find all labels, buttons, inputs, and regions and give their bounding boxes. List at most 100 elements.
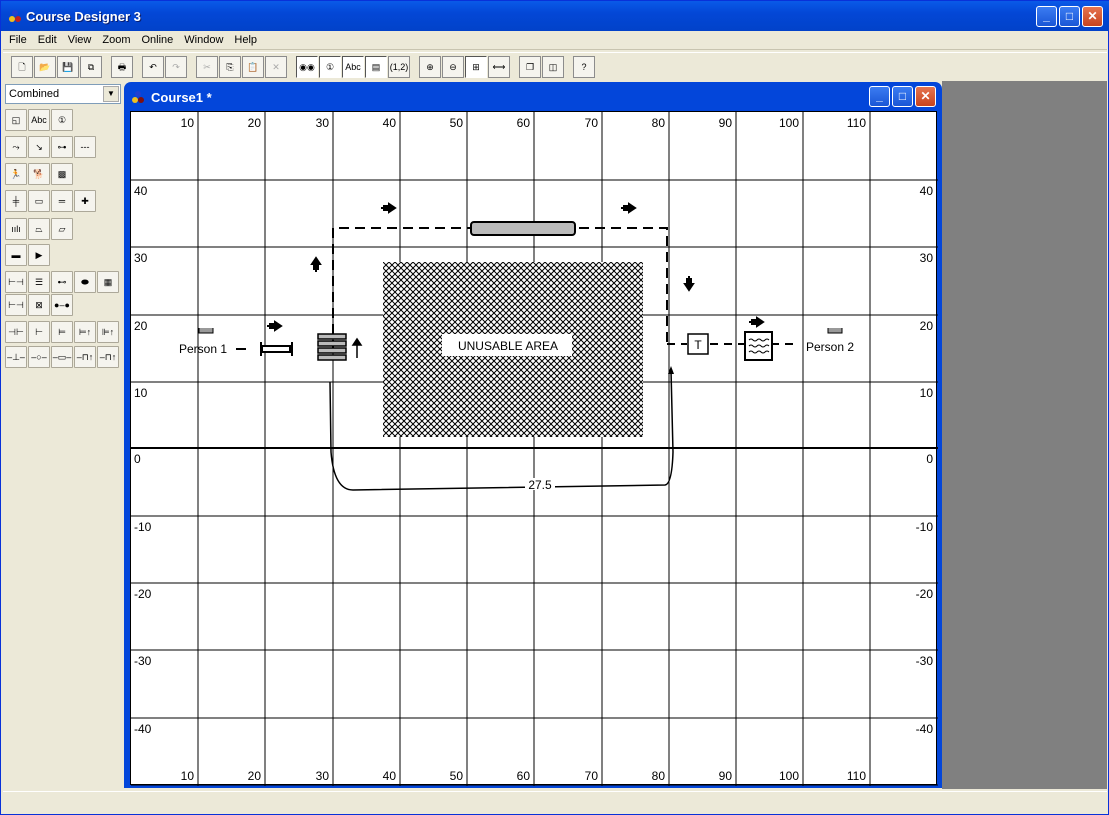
direction-marker-icon [749, 316, 765, 328]
palette-tool-8-0[interactable]: ⊣⊢ [5, 321, 27, 343]
menu-file[interactable]: File [3, 31, 32, 46]
palette-tool-6-4[interactable]: ▦ [97, 271, 119, 293]
cascade-button[interactable]: ❐ [519, 56, 541, 78]
cut-button[interactable]: ✂ [196, 56, 218, 78]
palette-tool-2-2[interactable]: ▩ [51, 163, 73, 185]
palette-tool-1-1[interactable]: ↘ [28, 136, 50, 158]
palette-tool-1-3[interactable]: --- [74, 136, 96, 158]
undo-button[interactable]: ↶ [142, 56, 164, 78]
category-select[interactable]: Combined ▼ [5, 84, 121, 104]
zoom-width-button[interactable]: ⟷ [488, 56, 510, 78]
y-tick-label-left: -30 [134, 654, 152, 668]
open-button[interactable]: 📂 [34, 56, 56, 78]
stairs-obstacle[interactable] [317, 333, 363, 361]
tile-button[interactable]: ◫ [542, 56, 564, 78]
palette-tool-6-2[interactable]: ⊷ [51, 271, 73, 293]
copy-button[interactable]: ⎘ [219, 56, 241, 78]
new-button[interactable]: 🗋 [11, 56, 33, 78]
show-grid-button[interactable]: ▤ [365, 56, 387, 78]
new-icon: 🗋 [18, 62, 26, 72]
broad-jump-obstacle[interactable] [260, 342, 293, 356]
redo-icon: ↷ [172, 62, 180, 72]
palette-tool-7-0[interactable]: ⊢⊣ [5, 294, 27, 316]
person-1-label[interactable]: Person 1 [179, 342, 227, 356]
palette-tool-1-0[interactable]: ⤳ [5, 136, 27, 158]
show-numbers-button[interactable]: ① [319, 56, 341, 78]
palette-tool-8-4[interactable]: ⊫↑ [97, 321, 119, 343]
zoom-fit-button[interactable]: ⊞ [465, 56, 487, 78]
menu-help[interactable]: Help [228, 31, 262, 46]
y-tick-label-right: 0 [926, 452, 933, 466]
tunnel-obstacle[interactable] [470, 221, 576, 236]
show-paths-icon: ◉◉ [299, 62, 315, 72]
palette-tool-2-1[interactable]: 🐕 [28, 163, 50, 185]
menu-view[interactable]: View [62, 31, 97, 46]
doc-close-button[interactable]: ✕ [915, 86, 936, 107]
palette-tool-9-1[interactable]: –○– [28, 346, 50, 368]
x-tick-label-bottom: 60 [517, 769, 531, 783]
water-obstacle[interactable] [744, 331, 773, 361]
chevron-down-icon[interactable]: ▼ [103, 86, 119, 102]
zoom-in-icon: ⊕ [426, 62, 434, 72]
paste-button[interactable]: 📋 [242, 56, 264, 78]
palette-tool-3-1[interactable]: ▭ [28, 190, 50, 212]
palette-tool-3-0[interactable]: ╪ [5, 190, 27, 212]
palette-tool-5-0[interactable]: ▬ [5, 244, 27, 266]
y-tick-label-right: -10 [916, 520, 934, 534]
palette-tool-4-0[interactable]: ıılı [5, 218, 27, 240]
palette-tool-5-1[interactable]: ▶ [28, 244, 50, 266]
zoom-out-button[interactable]: ⊖ [442, 56, 464, 78]
palette-tool-9-3[interactable]: –⊓↑ [74, 346, 96, 368]
course-drawing[interactable]: 1010202030304040505060607070808090901001… [131, 112, 938, 786]
course-canvas[interactable]: 10 10 20 20 30 30 40 40 50 50 60 60 70 70 80 80 90 90 100 1… [130, 111, 938, 786]
doc-minimize-button[interactable]: _ [869, 86, 890, 107]
table-obstacle[interactable]: T [687, 333, 709, 355]
coordinates-button[interactable]: (1,2) [388, 56, 410, 78]
palette-tool-0-2[interactable]: ① [51, 109, 73, 131]
palette-tool-0-0[interactable]: ◱ [5, 109, 27, 131]
close-button[interactable]: ✕ [1082, 6, 1103, 27]
zoom-out-icon: ⊖ [449, 62, 457, 72]
palette-tool-9-4[interactable]: –⊓↑ [97, 346, 119, 368]
delete-button[interactable]: ✕ [265, 56, 287, 78]
maximize-button[interactable]: □ [1059, 6, 1080, 27]
save-all-button[interactable]: ⧉ [80, 56, 102, 78]
palette-tool-4-2[interactable]: ▱ [51, 218, 73, 240]
palette-tool-0-1[interactable]: Abc [28, 109, 50, 131]
palette-tool-2-0[interactable]: 🏃 [5, 163, 27, 185]
palette-tool-6-0[interactable]: ⊢⊣ [5, 271, 27, 293]
palette-tool-1-2[interactable]: ⊶ [51, 136, 73, 158]
show-labels-button[interactable]: Abc [342, 56, 364, 78]
save-button[interactable]: 💾 [57, 56, 79, 78]
document-title: Course1 * [151, 90, 212, 105]
menu-zoom[interactable]: Zoom [96, 31, 135, 46]
palette-tool-8-2[interactable]: ⊨ [51, 321, 73, 343]
menu-online[interactable]: Online [135, 31, 178, 46]
palette-tool-7-2[interactable]: ●–● [51, 294, 73, 316]
palette-tool-6-3[interactable]: ⬬ [74, 271, 96, 293]
x-tick-label-bottom: 70 [585, 769, 599, 783]
doc-maximize-button[interactable]: □ [892, 86, 913, 107]
menu-edit[interactable]: Edit [32, 31, 62, 46]
show-paths-button[interactable]: ◉◉ [296, 56, 318, 78]
app-window: Course Designer 3 _ □ ✕ File Edit View Zoom… [0, 0, 1109, 815]
palette-tool-9-0[interactable]: –⊥– [5, 346, 27, 368]
palette-tool-4-1[interactable]: ⏢ [28, 218, 50, 240]
palette-tool-3-2[interactable]: ═ [51, 190, 73, 212]
print-button[interactable]: 🖶 [111, 56, 133, 78]
palette-tool-6-1[interactable]: ☰ [28, 271, 50, 293]
zoom-in-button[interactable]: ⊕ [419, 56, 441, 78]
x-tick-label-bottom: 110 [847, 769, 866, 783]
palette-tool-8-1[interactable]: ⊢ [28, 321, 50, 343]
help-button[interactable]: ? [573, 56, 595, 78]
palette-tool-8-3[interactable]: ⊨↑ [74, 321, 96, 343]
palette-tool-3-3[interactable]: ✚ [74, 190, 96, 212]
menu-window[interactable]: Window [178, 31, 228, 46]
person-2-label[interactable]: Person 2 [806, 340, 854, 354]
palette-tool-7-1[interactable]: ⊠ [28, 294, 50, 316]
x-tick-label-top: 60 [517, 116, 531, 130]
palette-tool-9-2[interactable]: –▭– [51, 346, 73, 368]
redo-button[interactable]: ↷ [165, 56, 187, 78]
minimize-button[interactable]: _ [1036, 6, 1057, 27]
coordinates-icon: (1,2) [389, 62, 409, 72]
